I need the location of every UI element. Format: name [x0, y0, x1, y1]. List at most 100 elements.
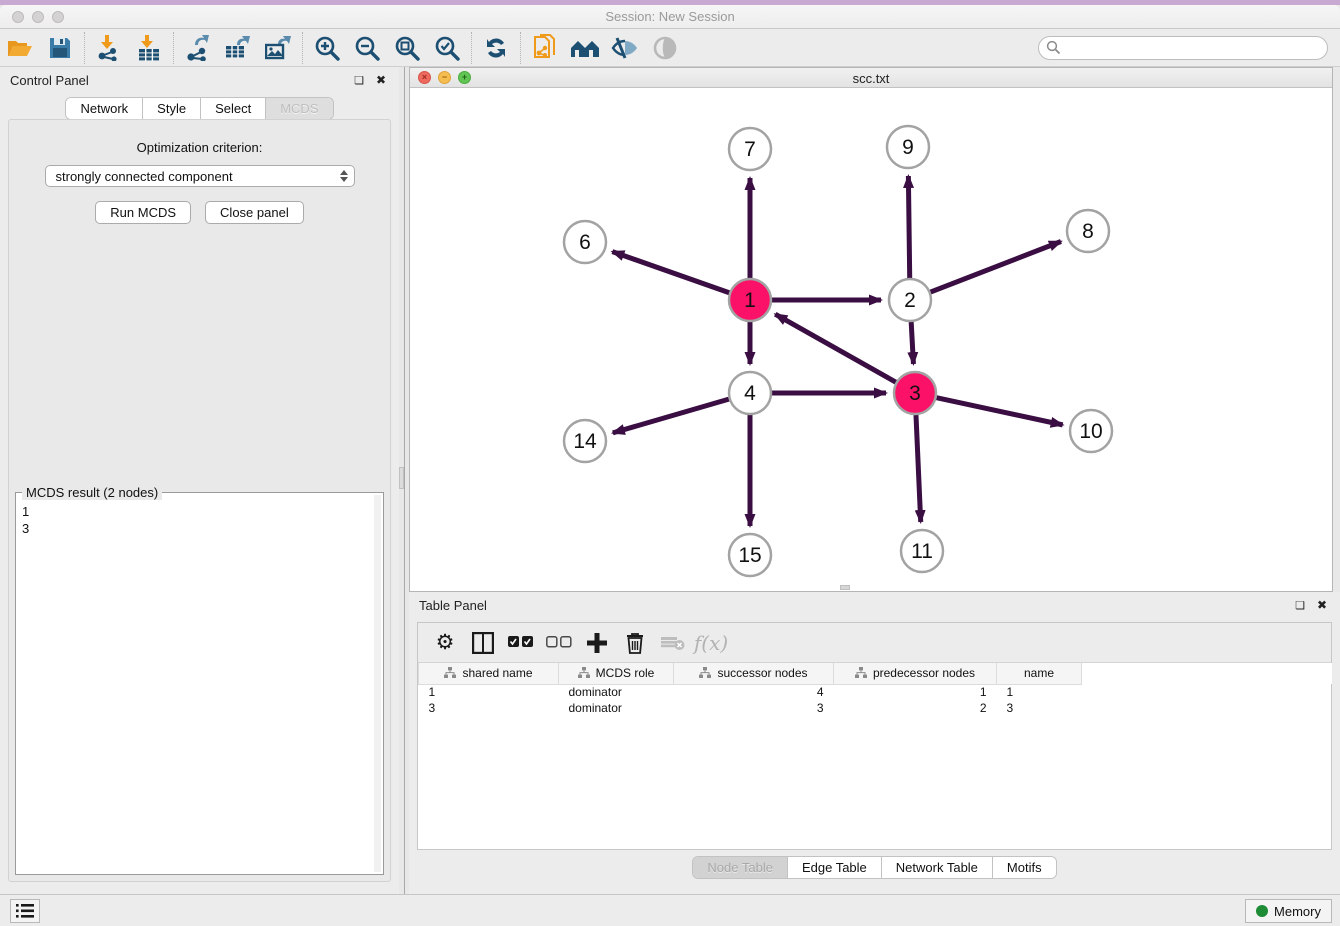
- column-layout-icon[interactable]: [466, 627, 500, 659]
- table-toolbar: ⚙ f(x): [418, 623, 1331, 663]
- zoom-in-icon[interactable]: [307, 31, 347, 65]
- application-window: Session: New Session: [0, 0, 1340, 926]
- graph-node-label: 6: [579, 231, 591, 254]
- table-cell[interactable]: 1: [997, 684, 1082, 700]
- export-network-icon[interactable]: [178, 31, 218, 65]
- column-header-predecessor-nodes[interactable]: predecessor nodes: [834, 663, 997, 684]
- table-panel: Table Panel ❏ ✖ ⚙: [409, 592, 1340, 894]
- export-image-icon[interactable]: [258, 31, 298, 65]
- canvas-scrollbar-thumb[interactable]: [840, 585, 850, 590]
- edge-4-14[interactable]: [613, 399, 729, 433]
- zoom-fit-icon[interactable]: [387, 31, 427, 65]
- edge-2-9[interactable]: [908, 176, 909, 278]
- node-table: shared nameMCDS rolesuccessor nodesprede…: [418, 663, 1332, 716]
- graph-node-label: 9: [902, 136, 914, 159]
- table-cell[interactable]: 2: [834, 700, 997, 716]
- tab-style[interactable]: Style: [143, 98, 201, 119]
- column-header-successor-nodes[interactable]: successor nodes: [674, 663, 834, 684]
- panel-splitter[interactable]: [399, 67, 409, 894]
- table-header-row[interactable]: shared nameMCDS rolesuccessor nodesprede…: [419, 663, 1332, 684]
- table-cell[interactable]: 4: [674, 684, 834, 700]
- column-header-name[interactable]: name: [997, 663, 1082, 684]
- main-toolbar: [0, 29, 1340, 67]
- optimization-criterion-label: Optimization criterion:: [9, 140, 390, 155]
- graph-node-label: 8: [1082, 220, 1094, 243]
- column-header-shared-name[interactable]: shared name: [419, 663, 559, 684]
- table-cell[interactable]: dominator: [559, 684, 674, 700]
- tab-network[interactable]: Network: [66, 98, 143, 119]
- table-cell[interactable]: dominator: [559, 700, 674, 716]
- close-table-panel-icon[interactable]: ✖: [1314, 597, 1330, 613]
- float-table-panel-icon[interactable]: ❏: [1292, 597, 1308, 613]
- select-all-icon[interactable]: [504, 627, 538, 659]
- show-all-networks-icon[interactable]: [565, 31, 605, 65]
- delete-table-icon[interactable]: [656, 627, 690, 659]
- table-cell[interactable]: 1: [419, 684, 559, 700]
- criterion-dropdown[interactable]: strongly connected component: [45, 165, 355, 187]
- tab-mcds[interactable]: MCDS: [266, 98, 332, 119]
- search-field-container: [1038, 36, 1328, 60]
- network-canvas[interactable]: 7968124314101511: [410, 89, 1332, 591]
- save-session-icon[interactable]: [40, 31, 80, 65]
- tab-motifs[interactable]: Motifs: [993, 857, 1056, 878]
- memory-status-icon: [1256, 905, 1268, 917]
- criterion-dropdown-value: strongly connected component: [56, 169, 340, 184]
- table-row[interactable]: 1dominator411: [419, 684, 1332, 700]
- memory-button-label: Memory: [1274, 904, 1321, 919]
- toolbar-separator: [520, 32, 521, 64]
- attribute-tree-icon: [578, 667, 590, 679]
- node-table-container: ⚙ f(x): [417, 622, 1332, 850]
- import-table-icon[interactable]: [129, 31, 169, 65]
- select-none-icon[interactable]: [542, 627, 576, 659]
- tab-edge-table[interactable]: Edge Table: [788, 857, 882, 878]
- table-cell[interactable]: 3: [419, 700, 559, 716]
- table-options-gear-icon[interactable]: ⚙: [428, 627, 462, 659]
- tab-network-table[interactable]: Network Table: [882, 857, 993, 878]
- toolbar-separator: [84, 32, 85, 64]
- edge-1-6[interactable]: [612, 252, 729, 293]
- table-cell[interactable]: 3: [997, 700, 1082, 716]
- tab-node-table[interactable]: Node Table: [693, 857, 788, 878]
- close-panel-button[interactable]: Close panel: [205, 201, 304, 224]
- zoom-out-icon[interactable]: [347, 31, 387, 65]
- edge-3-10[interactable]: [937, 398, 1063, 425]
- chevron-up-down-icon: [340, 170, 348, 182]
- run-mcds-button[interactable]: Run MCDS: [95, 201, 191, 224]
- float-panel-icon[interactable]: ❏: [351, 72, 367, 88]
- add-column-icon[interactable]: [580, 627, 614, 659]
- function-builder-icon[interactable]: f(x): [694, 627, 728, 659]
- tab-select[interactable]: Select: [201, 98, 266, 119]
- control-panel-header: Control Panel ❏ ✖: [0, 67, 399, 93]
- attribute-tree-icon: [444, 667, 456, 679]
- edge-3-1[interactable]: [775, 314, 896, 382]
- edge-2-3[interactable]: [911, 322, 913, 364]
- memory-button[interactable]: Memory: [1245, 899, 1332, 923]
- close-panel-icon[interactable]: ✖: [373, 72, 389, 88]
- export-table-icon[interactable]: [218, 31, 258, 65]
- task-history-button[interactable]: [10, 899, 40, 923]
- mcds-result-text[interactable]: 1 3: [22, 503, 373, 872]
- copy-network-icon[interactable]: [525, 31, 565, 65]
- list-menu-icon: [16, 904, 34, 918]
- zoom-selected-icon[interactable]: [427, 31, 467, 65]
- toolbar-separator: [302, 32, 303, 64]
- table-row[interactable]: 3dominator323: [419, 700, 1332, 716]
- search-input[interactable]: [1038, 36, 1328, 60]
- show-hidden-icon[interactable]: [645, 31, 685, 65]
- delete-column-icon[interactable]: [618, 627, 652, 659]
- graph-node-label: 11: [911, 540, 933, 563]
- search-icon: [1046, 40, 1061, 55]
- result-scrollbar[interactable]: [374, 495, 381, 872]
- titlebar: Session: New Session: [0, 5, 1340, 29]
- control-panel-title: Control Panel: [10, 73, 89, 88]
- column-header-MCDS-role[interactable]: MCDS role: [559, 663, 674, 684]
- open-file-icon[interactable]: [0, 31, 40, 65]
- splitter-grip[interactable]: [399, 467, 404, 489]
- refresh-layout-icon[interactable]: [476, 31, 516, 65]
- import-network-icon[interactable]: [89, 31, 129, 65]
- table-cell[interactable]: 1: [834, 684, 997, 700]
- table-cell[interactable]: 3: [674, 700, 834, 716]
- hide-selected-icon[interactable]: [605, 31, 645, 65]
- edge-3-11[interactable]: [916, 415, 921, 522]
- edge-2-8[interactable]: [931, 241, 1061, 292]
